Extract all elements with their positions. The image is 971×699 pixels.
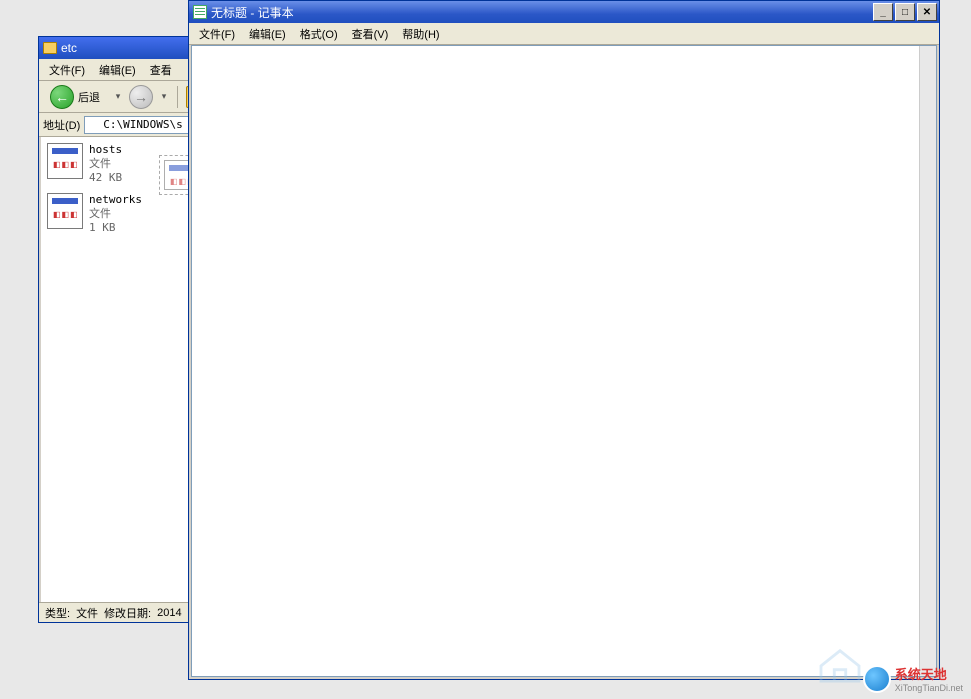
back-button[interactable]: ← 后退 xyxy=(43,82,107,112)
file-meta: networks 文件 1 KB xyxy=(89,193,142,235)
file-name: hosts xyxy=(89,143,122,157)
menu-file[interactable]: 文件(F) xyxy=(43,60,91,80)
file-meta: hosts 文件 42 KB xyxy=(89,143,122,185)
menu-view[interactable]: 查看 xyxy=(144,60,178,80)
file-type: 文件 xyxy=(89,207,142,221)
file-name: networks xyxy=(89,193,142,207)
forward-button[interactable]: → xyxy=(129,85,153,109)
forward-dropdown[interactable]: ▾ xyxy=(159,86,169,108)
file-size: 42 KB xyxy=(89,171,122,185)
back-dropdown[interactable]: ▾ xyxy=(113,86,123,108)
watermark-brand: 系统天地 xyxy=(895,667,947,682)
file-icon xyxy=(47,193,83,229)
notepad-window: 无标题 - 记事本 _ □ ✕ 文件(F) 编辑(E) 格式(O) 查看(V) … xyxy=(188,0,940,680)
watermark-url: XiTongTianDi.net xyxy=(895,683,963,693)
close-button[interactable]: ✕ xyxy=(917,3,937,21)
toolbar-separator xyxy=(177,86,178,108)
notepad-menubar: 文件(F) 编辑(E) 格式(O) 查看(V) 帮助(H) xyxy=(189,23,939,45)
np-menu-file[interactable]: 文件(F) xyxy=(193,24,241,44)
np-menu-view[interactable]: 查看(V) xyxy=(346,24,395,44)
notepad-title: 无标题 - 记事本 xyxy=(211,4,294,21)
watermark-house-icon xyxy=(817,645,863,683)
back-label: 后退 xyxy=(78,89,100,105)
status-type-label: 类型: xyxy=(45,605,70,621)
menu-edit[interactable]: 编辑(E) xyxy=(93,60,142,80)
status-mod-label: 修改日期: xyxy=(104,605,151,621)
address-label: 地址(D) xyxy=(43,117,80,133)
notepad-titlebar[interactable]: 无标题 - 记事本 _ □ ✕ xyxy=(189,1,939,23)
status-mod-value: 2014 xyxy=(157,607,181,619)
back-arrow-icon: ← xyxy=(50,85,74,109)
file-size: 1 KB xyxy=(89,221,142,235)
np-menu-format[interactable]: 格式(O) xyxy=(294,24,344,44)
np-menu-edit[interactable]: 编辑(E) xyxy=(243,24,292,44)
window-buttons: _ □ ✕ xyxy=(873,3,937,21)
maximize-button[interactable]: □ xyxy=(895,3,915,21)
explorer-title: etc xyxy=(61,41,77,55)
file-type: 文件 xyxy=(89,157,122,171)
np-menu-help[interactable]: 帮助(H) xyxy=(396,24,445,44)
folder-icon xyxy=(43,42,57,54)
watermark-logo-icon xyxy=(863,665,891,693)
file-icon xyxy=(47,143,83,179)
status-type-value: 文件 xyxy=(76,605,98,621)
minimize-button[interactable]: _ xyxy=(873,3,893,21)
notepad-text-area[interactable] xyxy=(191,45,937,677)
watermark: 系统天地 XiTongTianDi.net xyxy=(863,664,963,693)
notepad-icon xyxy=(193,5,207,19)
